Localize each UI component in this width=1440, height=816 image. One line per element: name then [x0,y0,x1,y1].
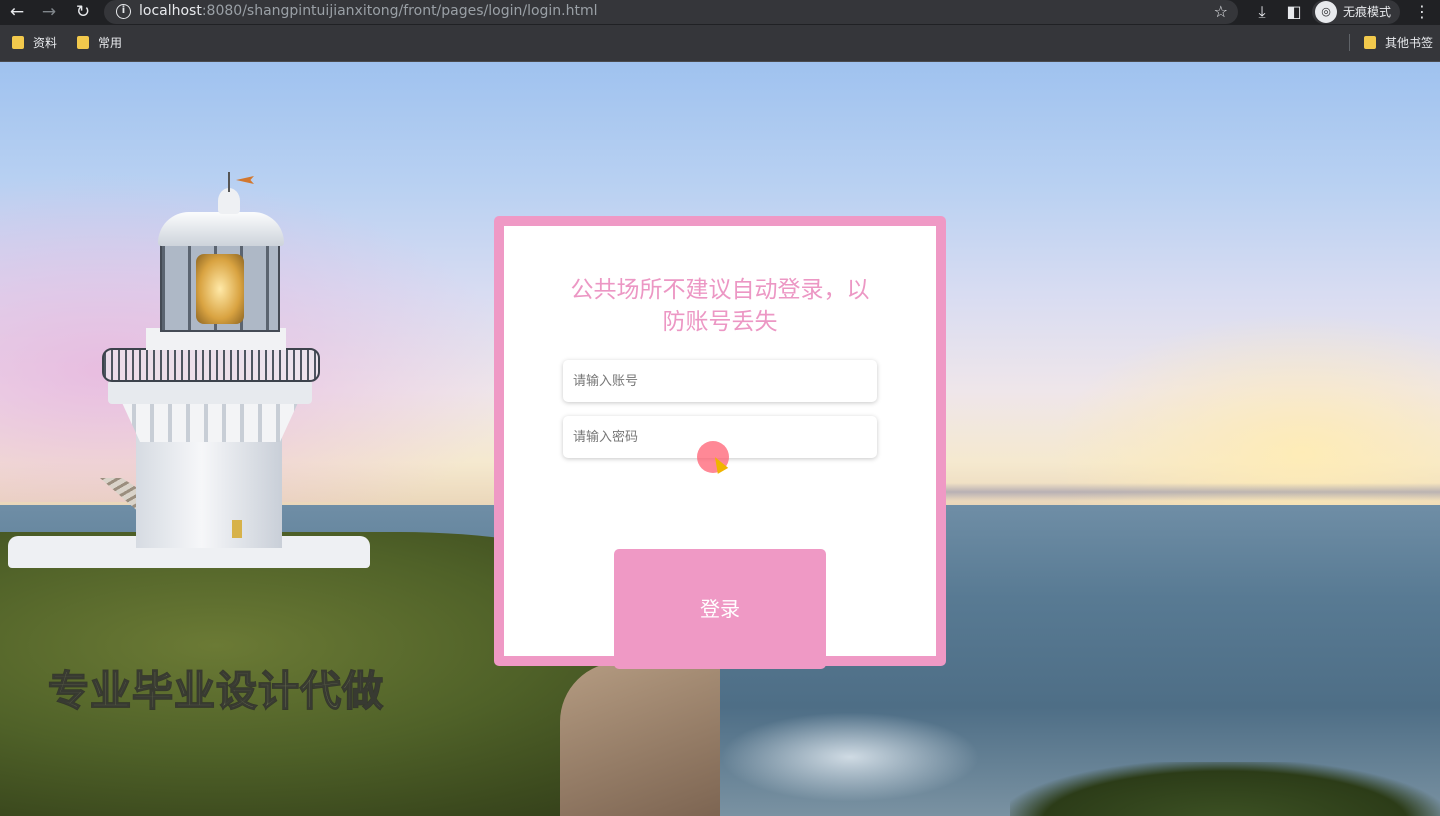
lighthouse-ledge [108,380,312,404]
download-icon[interactable]: ⤓ [1252,1,1272,23]
incognito-badge[interactable]: ◎ 无痕模式 [1312,0,1400,24]
lighthouse-lamp [196,254,244,324]
lighthouse-gallery [102,348,320,382]
address-bar[interactable]: i localhost:8080/shangpintuijianxitong/f… [104,0,1238,24]
incognito-label: 无痕模式 [1343,5,1392,19]
shrub-right [1010,762,1440,816]
lighthouse-dome [158,212,284,246]
url-path: :8080/shangpintuijianxitong/front/pages/… [201,3,598,19]
bookmark-star-icon[interactable]: ☆ [1214,1,1228,23]
sunset-glow [1050,312,1440,512]
back-icon[interactable]: ← [6,2,28,22]
side-panel-icon[interactable]: ◧ [1284,1,1304,23]
bookmarks-divider [1349,34,1350,51]
bookmark-folder-changyong[interactable]: 常用 [77,35,122,51]
folder-icon [77,36,89,49]
site-info-icon[interactable]: i [116,4,131,19]
url-host: localhost [139,3,202,19]
bookmarks-bar: 资料 常用 其他书签 [0,25,1440,62]
lighthouse-rod [228,172,230,192]
bookmark-label: 资料 [33,36,58,50]
login-warning-title: 公共场所不建议自动登录，以防账号丢失 [570,277,870,335]
browser-menu-icon[interactable]: ⋮ [1412,1,1432,23]
incognito-icon: ◎ [1315,1,1337,23]
lighthouse-door [232,520,242,538]
folder-icon [12,36,24,49]
account-input[interactable] [563,360,877,402]
bookmark-folder-other[interactable]: 其他书签 [1364,35,1433,51]
bookmark-folder-ziliao[interactable]: 资料 [12,35,57,51]
folder-icon [1364,36,1376,49]
cliff-rock [560,662,720,816]
url-text[interactable]: localhost:8080/shangpintuijianxitong/fro… [139,3,598,20]
login-page: 专业毕业设计代做 公共场所不建议自动登录，以防账号丢失 登录 [0,62,1440,816]
reload-icon[interactable]: ↻ [72,2,94,22]
horizon-clouds [940,483,1440,501]
wave-foam [720,712,980,802]
bookmark-label: 常用 [98,36,123,50]
bookmark-label: 其他书签 [1385,36,1434,50]
watermark-text: 专业毕业设计代做 [47,666,384,716]
forward-icon[interactable]: → [38,2,60,22]
account-field[interactable] [563,360,877,402]
login-button[interactable]: 登录 [614,549,826,669]
browser-toolbar: ← → ↻ i localhost:8080/shangpintuijianxi… [0,0,1440,25]
